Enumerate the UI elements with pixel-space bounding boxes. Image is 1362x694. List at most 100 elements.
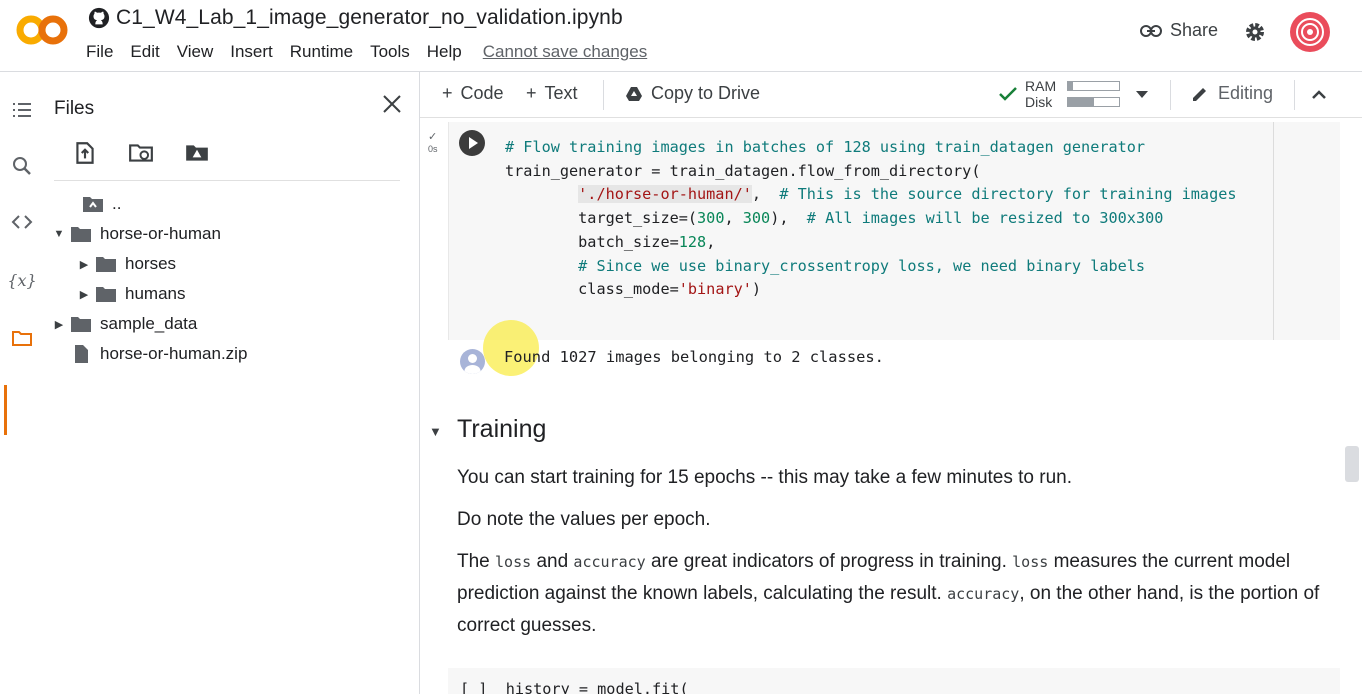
resource-labels[interactable]: RAM Disk (1025, 78, 1056, 110)
paragraph-text: are great indicators of progress in trai… (650, 551, 1007, 572)
paragraph-text: The (457, 551, 490, 572)
ram-meter[interactable] (1067, 81, 1120, 91)
cell-status-time: 0s (428, 144, 438, 154)
tree-parent-dir[interactable]: .. (78, 192, 121, 216)
avatar-pattern-icon (1296, 18, 1324, 46)
section-heading: Training (457, 415, 547, 443)
caret-right-icon[interactable]: ▶ (77, 258, 91, 271)
code-number: 300 (697, 209, 725, 228)
cell-output: Found 1027 images belonging to 2 classes… (504, 348, 884, 366)
tree-folder-horse-or-human[interactable]: ▼ horse-or-human (52, 222, 221, 246)
files-divider (54, 180, 400, 181)
cannot-save-link[interactable]: Cannot save changes (483, 42, 655, 62)
code-editor[interactable]: # Flow training images in batches of 128… (505, 136, 1237, 302)
add-text-button[interactable]: + Text (526, 83, 578, 104)
inline-code: loss (495, 553, 532, 571)
menu-view[interactable]: View (177, 42, 222, 62)
caret-right-icon[interactable]: ▶ (77, 288, 91, 301)
code-snippets-icon[interactable] (10, 210, 34, 234)
editing-mode-button[interactable]: Editing (1190, 83, 1273, 104)
toolbar-divider (603, 80, 604, 110)
code-comment: # Since we use binary_crossentropy loss,… (578, 256, 1146, 275)
tree-label: humans (125, 284, 186, 303)
paragraph: The loss and accuracy are great indicato… (457, 546, 1327, 642)
copy-to-drive-label: Copy to Drive (651, 83, 761, 103)
editing-label: Editing (1218, 83, 1274, 103)
top-header: C1_W4_Lab_1_image_generator_no_validatio… (0, 0, 1362, 72)
menu-help[interactable]: Help (427, 42, 470, 62)
title-row: C1_W4_Lab_1_image_generator_no_validatio… (88, 6, 623, 30)
account-avatar[interactable] (1290, 12, 1330, 52)
notebook-title[interactable]: C1_W4_Lab_1_image_generator_no_validatio… (116, 6, 623, 30)
folder-icon (71, 317, 91, 332)
gear-icon[interactable] (1243, 20, 1267, 44)
folder-icon (96, 287, 116, 302)
search-icon[interactable] (10, 154, 34, 178)
code-string: 'binary' (678, 280, 752, 299)
menu-tools[interactable]: Tools (370, 42, 418, 62)
run-cell-button[interactable] (459, 130, 485, 156)
inline-code: accuracy (947, 585, 1020, 603)
chevron-up-icon[interactable] (1311, 89, 1327, 99)
add-code-button[interactable]: + Code (442, 83, 504, 104)
chevron-down-icon[interactable] (1136, 91, 1148, 99)
copy-to-drive-button[interactable]: Copy to Drive (625, 83, 760, 104)
cell-status: ✓ 0s (428, 131, 438, 154)
tree-folder-horses[interactable]: ▶ horses (77, 252, 176, 276)
paragraph: You can start training for 15 epochs -- … (457, 467, 1072, 488)
add-text-label: Text (544, 83, 578, 103)
tree-folder-sample-data[interactable]: ▶ sample_data (52, 312, 198, 336)
toolbar-divider (1294, 80, 1295, 110)
folder-up-icon (83, 197, 103, 212)
mount-drive-icon[interactable] (184, 140, 210, 166)
folder-icon[interactable] (10, 326, 34, 350)
person-icon (464, 354, 481, 374)
menu-edit[interactable]: Edit (130, 42, 167, 62)
output-avatar (460, 349, 485, 374)
disk-meter-fill (1068, 98, 1094, 106)
toolbar-divider (1170, 80, 1171, 110)
files-panel-title: Files (54, 98, 95, 119)
plus-icon: + (442, 83, 453, 103)
menu-insert[interactable]: Insert (230, 42, 281, 62)
active-indicator (4, 385, 7, 435)
tree-file-zip[interactable]: horse-or-human.zip (66, 342, 247, 366)
files-panel: Files .. ▼ horse-or-human ▶ horses ▶ hum… (44, 72, 420, 694)
colab-logo-icon[interactable] (14, 10, 70, 50)
inline-code: accuracy (573, 553, 646, 571)
menu-runtime[interactable]: Runtime (290, 42, 361, 62)
close-icon[interactable] (380, 92, 404, 116)
tree-label: sample_data (100, 314, 198, 333)
files-toolbar (72, 140, 210, 166)
cell-scroll-divider (1273, 122, 1274, 340)
file-icon (75, 345, 88, 363)
menu-file[interactable]: File (86, 42, 121, 62)
pencil-icon (1193, 87, 1206, 101)
tree-label: horse-or-human.zip (100, 344, 248, 363)
caret-right-icon[interactable]: ▶ (52, 318, 66, 331)
collapse-section-icon[interactable]: ▼ (429, 424, 442, 439)
variables-icon[interactable]: {x} (7, 268, 36, 292)
code-number: 128 (678, 232, 707, 251)
tree-label: horse-or-human (100, 224, 221, 243)
ram-label: RAM (1025, 78, 1057, 94)
share-label: Share (1170, 20, 1219, 40)
tree-folder-humans[interactable]: ▶ humans (77, 282, 186, 306)
tree-label: .. (112, 194, 122, 213)
plus-icon: + (526, 83, 537, 103)
folder-icon (96, 257, 116, 272)
code-line: train_generator = train_datagen.flow_fro… (505, 161, 981, 180)
add-code-label: Code (460, 83, 504, 103)
share-button[interactable]: Share (1140, 20, 1218, 41)
code-string: './horse-or-human/' (578, 185, 752, 204)
next-code-text: [ ] history = model.fit( (460, 680, 689, 694)
table-of-contents-icon[interactable] (10, 98, 34, 122)
scrollbar-thumb[interactable] (1345, 446, 1359, 482)
disk-meter[interactable] (1067, 97, 1120, 107)
refresh-folder-icon[interactable] (128, 140, 154, 166)
upload-file-icon[interactable] (72, 140, 98, 166)
disk-label: Disk (1025, 94, 1053, 110)
caret-down-icon[interactable]: ▼ (52, 228, 66, 240)
code-comment: # This is the source directory for train… (779, 185, 1237, 204)
ram-meter-fill (1068, 82, 1074, 90)
